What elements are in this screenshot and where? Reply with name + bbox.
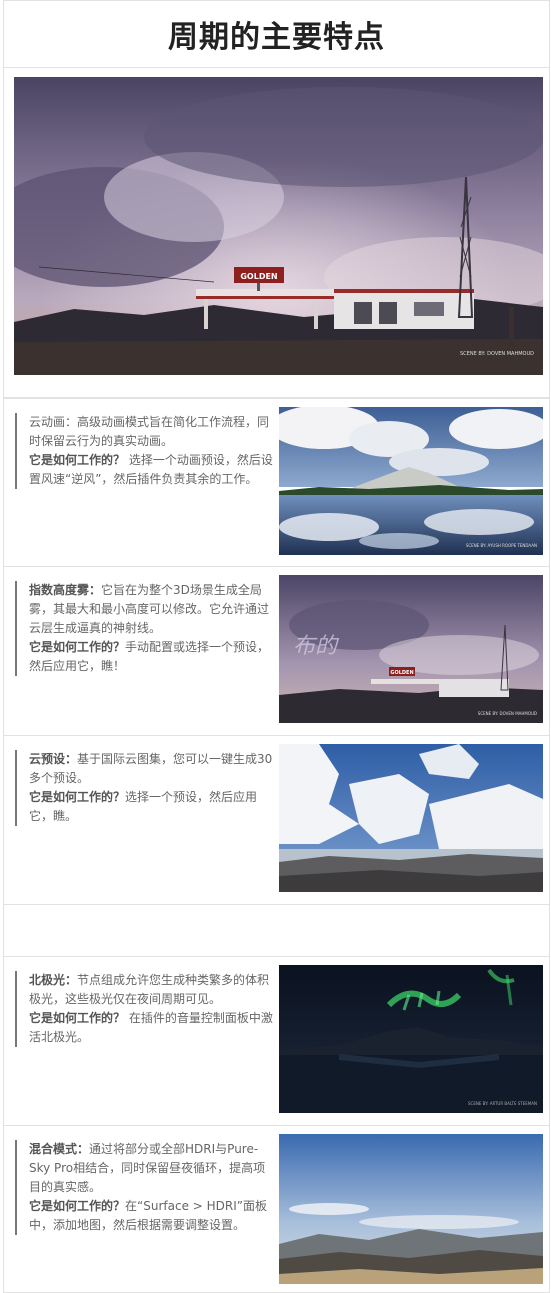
hero-image-gas-station: GOLDEN SCENE BY: DOVEN MAHMOUD — [14, 77, 543, 375]
aurora-image: SCENE BY: ARTUR BALTE STEEMAN — [279, 965, 543, 1113]
feature-text: 混合模式：通过将部分或全部HDRI与Pure-Sky Pro相结合，同时保留昼夜… — [15, 1140, 273, 1235]
how-label: 它是如何工作的？ — [29, 453, 126, 467]
how-label: 它是如何工作的？ — [29, 1011, 126, 1025]
image-credit: SCENE BY: AYUSH ROOPE TENDAAN — [466, 543, 537, 548]
feature-text: 北极光：节点组成允许您生成种类繁多的体积极光，这些极光仅在夜间周期可见。 它是如… — [15, 971, 273, 1047]
feature-name: 北极光 — [29, 973, 66, 987]
feature-name: 混合模式 — [29, 1142, 78, 1156]
spacer-row — [3, 905, 550, 957]
how-label: 它是如何工作的？ — [29, 1199, 126, 1213]
feature-name-sep: ： — [89, 583, 102, 597]
feature-name-sep: ： — [65, 415, 78, 429]
feature-name: 指数高度雾 — [29, 583, 90, 597]
feature-row-hybrid-mode: 混合模式：通过将部分或全部HDRI与Pure-Sky Pro相结合，同时保留昼夜… — [3, 1126, 550, 1293]
feature-name: 云预设 — [29, 752, 66, 766]
hero-credit: SCENE BY: DOVEN MAHMOUD — [460, 351, 534, 357]
image-overlay-text: 布的 — [293, 634, 340, 659]
feature-name: 云动画 — [29, 415, 66, 429]
image-credit: SCENE BY: DOVEN MAHMOUD — [478, 711, 537, 716]
image-sign-text: GOLDEN — [390, 670, 413, 676]
image-credit: SCENE BY: ARTUR BALTE STEEMAN — [468, 1101, 537, 1106]
feature-row-cloud-presets: 云预设：基于国际云图集，您可以一键生成30多个预设。 它是如何工作的？选择一个预… — [3, 736, 550, 905]
how-label: 它是如何工作的？ — [29, 640, 126, 654]
feature-text: 云动画：高级动画模式旨在简化工作流程，同时保留云行为的真实动画。 它是如何工作的… — [15, 413, 273, 489]
how-label: 它是如何工作的？ — [29, 790, 126, 804]
page: 周期的主要特点 GOLDEN SCENE BY: DOVEN MAHMOUD 云… — [0, 0, 551, 1293]
page-title: 周期的主要特点 — [168, 20, 385, 55]
feature-row-height-fog: 指数高度雾：它旨在为整个3D场景生成全局雾，其最大和最小高度可以修改。它允许通过… — [3, 567, 550, 736]
feature-text: 指数高度雾：它旨在为整个3D场景生成全局雾，其最大和最小高度可以修改。它允许通过… — [15, 581, 273, 676]
feature-name-sep: ： — [65, 752, 78, 766]
feature-row-cloud-animation: 云动画：高级动画模式旨在简化工作流程，同时保留云行为的真实动画。 它是如何工作的… — [3, 398, 550, 567]
feature-text: 云预设：基于国际云图集，您可以一键生成30多个预设。 它是如何工作的？选择一个预… — [15, 750, 273, 826]
cloud-presets-image — [279, 744, 543, 892]
hero-sign-text: GOLDEN — [240, 272, 277, 281]
hero-section: GOLDEN SCENE BY: DOVEN MAHMOUD — [3, 68, 550, 398]
feature-row-aurora: 北极光：节点组成允许您生成种类繁多的体积极光，这些极光仅在夜间周期可见。 它是如… — [3, 957, 550, 1126]
cloud-animation-image: SCENE BY: AYUSH ROOPE TENDAAN — [279, 407, 543, 555]
feature-name-sep: ： — [77, 1142, 90, 1156]
feature-name-sep: ： — [65, 973, 78, 987]
height-fog-image: 布的 GOLDEN SCENE BY: DOVEN MAHMOUD — [279, 575, 543, 723]
title-box: 周期的主要特点 — [3, 0, 550, 68]
hybrid-mode-image — [279, 1134, 543, 1284]
